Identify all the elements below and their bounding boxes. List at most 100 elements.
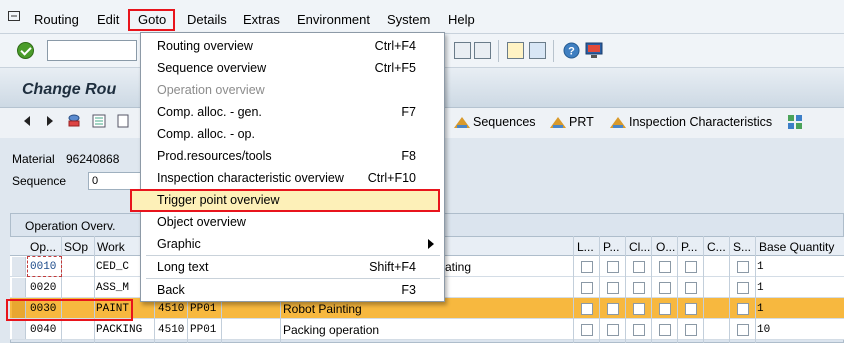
base-quantity[interactable]: 10 [757, 324, 770, 336]
plant[interactable]: 4510 [158, 324, 184, 336]
base-quantity[interactable]: 1 [757, 303, 764, 315]
menu-item-long-text[interactable]: Long text [157, 260, 208, 274]
checkbox[interactable] [633, 261, 645, 273]
row-selector[interactable] [12, 257, 26, 276]
grid-settings-icon[interactable] [787, 114, 803, 130]
menu-separator [146, 255, 440, 256]
menu-item-routing-overview[interactable]: Routing overview [157, 39, 253, 53]
previous-arrow-icon[interactable] [24, 116, 30, 126]
operation-description[interactable]: Packing operation [283, 323, 379, 337]
checkbox[interactable] [581, 282, 593, 294]
menu-item-object-overview[interactable]: Object overview [157, 215, 246, 229]
menu-edit[interactable]: Edit [97, 12, 119, 27]
base-quantity[interactable]: 1 [757, 282, 764, 294]
inspection-characteristics-label: Inspection Characteristics [629, 115, 773, 129]
checkbox[interactable] [685, 303, 697, 315]
column-header-l[interactable]: L... [577, 240, 594, 254]
create-session-icon[interactable] [454, 42, 471, 59]
column-header-p2[interactable]: P... [681, 240, 697, 254]
work-center[interactable]: ASS_M [96, 282, 129, 294]
operation-description[interactable]: Robot Painting [283, 302, 362, 316]
column-header-op[interactable]: Op... [30, 240, 56, 254]
checkbox[interactable] [581, 261, 593, 273]
checkbox[interactable] [633, 324, 645, 336]
op-number[interactable]: 0020 [30, 282, 56, 294]
mountain-icon [610, 116, 626, 128]
checkbox[interactable] [685, 324, 697, 336]
inspection-characteristics-button[interactable]: Inspection Characteristics [610, 115, 772, 129]
sequences-button[interactable]: Sequences [454, 115, 536, 129]
menu-item-graphic[interactable]: Graphic [157, 237, 201, 251]
command-field[interactable] [47, 40, 137, 61]
base-quantity[interactable]: 1 [757, 261, 764, 273]
menu-item-comp-alloc-op[interactable]: Comp. alloc. - op. [157, 127, 255, 141]
menu-system[interactable]: System [387, 12, 430, 27]
column-header-o[interactable]: O... [656, 240, 675, 254]
checkbox[interactable] [685, 261, 697, 273]
column-divider [729, 236, 730, 343]
checkbox[interactable] [607, 261, 619, 273]
row-selector[interactable] [12, 278, 26, 297]
checkbox[interactable] [581, 324, 593, 336]
control-key[interactable]: PP01 [190, 324, 216, 336]
enter-check-icon[interactable] [17, 42, 34, 59]
list-icon[interactable] [92, 114, 106, 128]
checkbox[interactable] [737, 324, 749, 336]
operation-description[interactable]: ating [445, 260, 471, 274]
checkbox[interactable] [659, 261, 671, 273]
menu-help[interactable]: Help [448, 12, 475, 27]
checkbox[interactable] [659, 303, 671, 315]
menu-environment[interactable]: Environment [297, 12, 370, 27]
new-session-icon[interactable] [507, 42, 524, 59]
menu-routing[interactable]: Routing [34, 12, 79, 27]
checkbox[interactable] [659, 324, 671, 336]
sequence-input[interactable]: 0 [88, 172, 148, 190]
column-header-sop[interactable]: SOp [64, 240, 88, 254]
checkbox[interactable] [607, 282, 619, 294]
column-header-p1[interactable]: P... [603, 240, 619, 254]
column-divider [703, 236, 704, 343]
checkbox[interactable] [633, 303, 645, 315]
shortcut-icon[interactable] [474, 42, 491, 59]
checkbox[interactable] [607, 324, 619, 336]
menu-item-prod-resources-tools[interactable]: Prod.resources/tools [157, 149, 272, 163]
column-header-base-quantity[interactable]: Base Quantity [759, 240, 834, 254]
menu-item-back[interactable]: Back [157, 283, 185, 297]
mountain-icon [550, 116, 566, 128]
checkbox[interactable] [737, 282, 749, 294]
menu-item-inspection-characteristic-overview[interactable]: Inspection characteristic overview [157, 171, 344, 185]
exit-icon[interactable] [8, 11, 20, 21]
checkbox[interactable] [737, 261, 749, 273]
work-center[interactable]: PACKING [96, 324, 142, 336]
column-divider [94, 236, 95, 343]
checkbox[interactable] [633, 282, 645, 294]
column-divider [573, 236, 574, 343]
checkbox[interactable] [607, 303, 619, 315]
menu-item-sequence-overview[interactable]: Sequence overview [157, 61, 266, 75]
op-number[interactable]: 0040 [30, 324, 56, 336]
plant[interactable]: 4510 [158, 303, 184, 315]
checkbox[interactable] [685, 282, 697, 294]
menu-item-trigger-point-overview[interactable]: Trigger point overview [157, 193, 280, 207]
goto-highlight-frame [128, 9, 175, 31]
header-icon[interactable] [67, 114, 81, 128]
column-header-work[interactable]: Work [97, 240, 125, 254]
checkbox[interactable] [581, 303, 593, 315]
column-header-s[interactable]: S... [733, 240, 751, 254]
menu-item-comp-alloc-gen[interactable]: Comp. alloc. - gen. [157, 105, 262, 119]
work-center[interactable]: CED_C [96, 261, 129, 273]
checkbox[interactable] [659, 282, 671, 294]
help-icon[interactable]: ? [563, 42, 580, 59]
menu-extras[interactable]: Extras [243, 12, 280, 27]
control-key[interactable]: PP01 [190, 303, 216, 315]
next-arrow-icon[interactable] [47, 116, 53, 126]
column-header-c[interactable]: C... [707, 240, 726, 254]
prt-button[interactable]: PRT [550, 115, 594, 129]
checkbox[interactable] [737, 303, 749, 315]
layout-menu-icon[interactable] [585, 42, 603, 59]
row-selector[interactable] [12, 320, 26, 339]
document-icon[interactable] [116, 114, 130, 128]
window-icon[interactable] [529, 42, 546, 59]
column-header-cl[interactable]: Cl... [629, 240, 650, 254]
menu-details[interactable]: Details [187, 12, 227, 27]
